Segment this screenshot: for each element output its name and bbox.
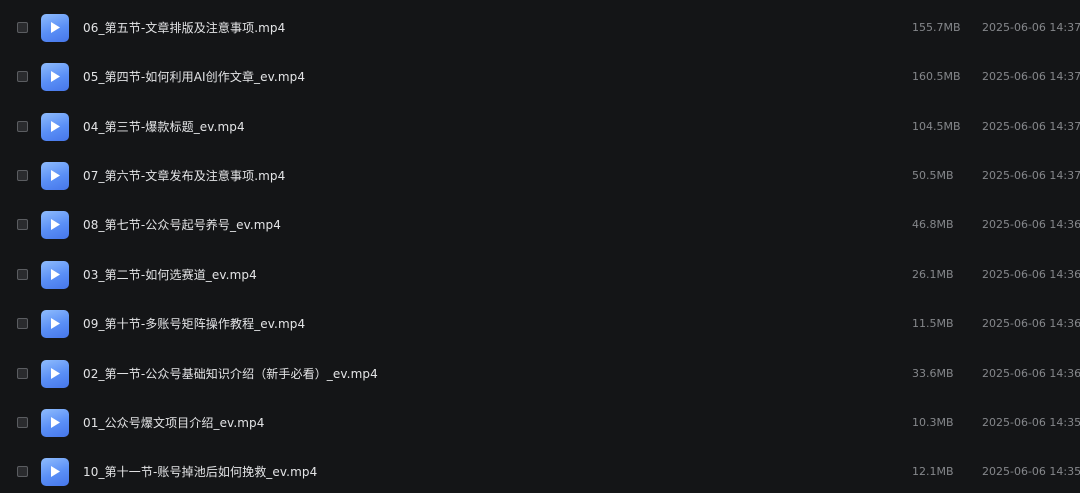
row-checkbox[interactable]: [17, 269, 28, 280]
video-file-icon[interactable]: [41, 359, 69, 388]
video-file-icon[interactable]: [41, 210, 69, 239]
file-name[interactable]: 06_第五节-文章排版及注意事项.mp4: [83, 19, 285, 36]
video-file-icon[interactable]: [41, 161, 69, 190]
file-size: 26.1MB: [912, 268, 954, 281]
file-modified-date: 2025-06-06 14:37: [982, 21, 1080, 34]
video-file-icon[interactable]: [41, 62, 69, 91]
file-size: 155.7MB: [912, 21, 961, 34]
video-file-icon[interactable]: [41, 13, 69, 42]
row-checkbox[interactable]: [17, 219, 28, 230]
video-file-icon[interactable]: [41, 309, 69, 338]
video-file-icon[interactable]: [41, 408, 69, 437]
file-modified-date: 2025-06-06 14:36: [982, 367, 1080, 380]
file-modified-date: 2025-06-06 14:35: [982, 465, 1080, 478]
video-file-icon[interactable]: [41, 260, 69, 289]
row-checkbox[interactable]: [17, 466, 28, 477]
file-modified-date: 2025-06-06 14:37: [982, 70, 1080, 83]
file-list: 06_第五节-文章排版及注意事项.mp4 155.7MB 2025-06-06 …: [0, 0, 1080, 493]
file-row[interactable]: 07_第六节-文章发布及注意事项.mp4 50.5MB 2025-06-06 1…: [0, 151, 1080, 200]
file-size: 46.8MB: [912, 218, 954, 231]
file-size: 10.3MB: [912, 416, 954, 429]
file-modified-date: 2025-06-06 14:37: [982, 120, 1080, 133]
file-name[interactable]: 07_第六节-文章发布及注意事项.mp4: [83, 167, 285, 184]
row-checkbox[interactable]: [17, 71, 28, 82]
file-row[interactable]: 04_第三节-爆款标题_ev.mp4 104.5MB 2025-06-06 14…: [0, 102, 1080, 151]
file-row[interactable]: 10_第十一节-账号掉池后如何挽救_ev.mp4 12.1MB 2025-06-…: [0, 447, 1080, 493]
video-file-icon[interactable]: [41, 457, 69, 486]
file-modified-date: 2025-06-06 14:36: [982, 268, 1080, 281]
file-name[interactable]: 09_第十节-多账号矩阵操作教程_ev.mp4: [83, 315, 305, 332]
file-name[interactable]: 03_第二节-如何选赛道_ev.mp4: [83, 266, 257, 283]
file-row[interactable]: 09_第十节-多账号矩阵操作教程_ev.mp4 11.5MB 2025-06-0…: [0, 299, 1080, 348]
file-row[interactable]: 02_第一节-公众号基础知识介绍（新手必看）_ev.mp4 33.6MB 202…: [0, 349, 1080, 398]
row-checkbox[interactable]: [17, 170, 28, 181]
row-checkbox[interactable]: [17, 121, 28, 132]
file-row[interactable]: 01_公众号爆文项目介绍_ev.mp4 10.3MB 2025-06-06 14…: [0, 398, 1080, 447]
video-file-icon[interactable]: [41, 112, 69, 141]
file-name[interactable]: 02_第一节-公众号基础知识介绍（新手必看）_ev.mp4: [83, 365, 378, 382]
file-name[interactable]: 10_第十一节-账号掉池后如何挽救_ev.mp4: [83, 463, 317, 480]
file-row[interactable]: 03_第二节-如何选赛道_ev.mp4 26.1MB 2025-06-06 14…: [0, 250, 1080, 299]
file-size: 50.5MB: [912, 169, 954, 182]
file-name[interactable]: 08_第七节-公众号起号养号_ev.mp4: [83, 216, 281, 233]
row-checkbox[interactable]: [17, 368, 28, 379]
file-size: 11.5MB: [912, 317, 954, 330]
file-modified-date: 2025-06-06 14:36: [982, 317, 1080, 330]
file-size: 12.1MB: [912, 465, 954, 478]
file-row[interactable]: 06_第五节-文章排版及注意事项.mp4 155.7MB 2025-06-06 …: [0, 3, 1080, 52]
file-name[interactable]: 05_第四节-如何利用AI创作文章_ev.mp4: [83, 68, 305, 85]
file-name[interactable]: 04_第三节-爆款标题_ev.mp4: [83, 118, 245, 135]
file-modified-date: 2025-06-06 14:37: [982, 169, 1080, 182]
file-modified-date: 2025-06-06 14:35: [982, 416, 1080, 429]
file-name[interactable]: 01_公众号爆文项目介绍_ev.mp4: [83, 414, 264, 431]
row-checkbox[interactable]: [17, 417, 28, 428]
file-modified-date: 2025-06-06 14:36: [982, 218, 1080, 231]
file-size: 104.5MB: [912, 120, 961, 133]
file-row[interactable]: 08_第七节-公众号起号养号_ev.mp4 46.8MB 2025-06-06 …: [0, 200, 1080, 249]
row-checkbox[interactable]: [17, 22, 28, 33]
file-size: 160.5MB: [912, 70, 961, 83]
row-checkbox[interactable]: [17, 318, 28, 329]
file-row[interactable]: 05_第四节-如何利用AI创作文章_ev.mp4 160.5MB 2025-06…: [0, 52, 1080, 101]
file-size: 33.6MB: [912, 367, 954, 380]
